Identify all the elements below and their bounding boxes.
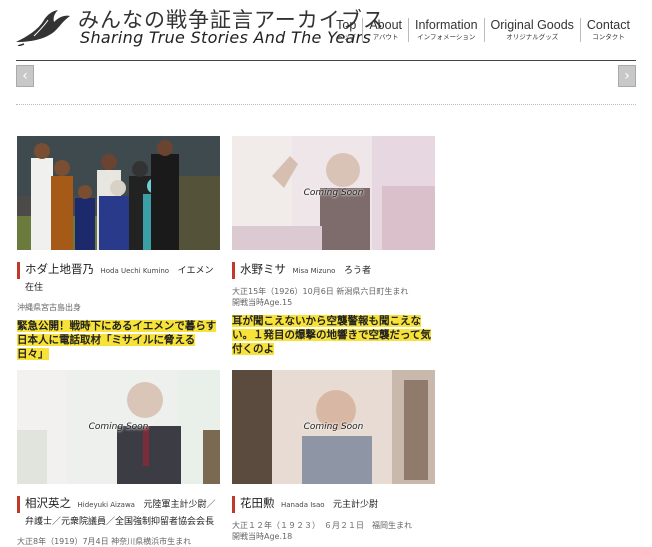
person-name-jp[interactable]: 相沢英之 [25, 496, 71, 510]
nav-item-about[interactable]: About アバウト [362, 18, 408, 42]
testimony-photo[interactable]: Coming Soon [17, 370, 220, 484]
person-name-en: Hideyuki Aizawa [77, 501, 135, 509]
person-meta: 大正15年（1926）10月6日 新潟県六日町生まれ 開戦当時Age.15 [232, 286, 435, 308]
meta-line: 大正15年（1926）10月6日 新潟県六日町生まれ [232, 287, 409, 296]
person-meta: 大正１２年（１９２３） ６月２１日 福岡生まれ 開戦当時Age.18 [232, 520, 435, 542]
meta-line: 開戦当時Age.15 [232, 298, 293, 307]
nav-label-jp: オリジナルグッズ [506, 33, 559, 41]
bird-logo-icon [16, 10, 70, 46]
testimony-photo[interactable] [17, 136, 220, 250]
person-name-jp[interactable]: 水野ミサ [240, 262, 286, 276]
nav-item-information[interactable]: Information インフォメーション [408, 18, 484, 42]
person-meta: 沖縄県宮古島出身 [17, 302, 220, 313]
testimony-card[interactable]: ホダ上地晋乃 Hoda Uechi Kumino イエメン 在住 沖縄県宮古島出… [17, 136, 220, 361]
person-name-en: Hoda Uechi Kumino [100, 267, 170, 275]
testimony-card[interactable]: Coming Soon 花田勲 Hanada Isao 元主計少尉 大正１２年（… [232, 370, 435, 542]
nav-label-jp: アバウト [372, 33, 399, 41]
chevron-left-icon[interactable]: ‹ [16, 65, 34, 87]
meta-line: 大正１２年（１９２３） ６月２１日 福岡生まれ [232, 521, 412, 530]
person-name-en: Hanada Isao [281, 501, 325, 509]
coming-soon-label: Coming Soon [303, 422, 364, 432]
site-title-en[interactable]: Sharing True Stories And The Years [80, 28, 371, 47]
testimony-name-row: ホダ上地晋乃 Hoda Uechi Kumino イエメン [17, 262, 220, 279]
nav-label-en: Top [336, 18, 357, 32]
nav-label-jp: インフォメーション [417, 33, 476, 41]
nav-label-en: Contact [586, 18, 630, 32]
person-role: ろう者 [343, 266, 371, 276]
section-divider [16, 104, 636, 105]
nav-label-jp: コンタクト [592, 33, 625, 41]
person-role-line2: 在住 [25, 283, 44, 293]
meta-line: 沖縄県宮古島出身 [17, 303, 81, 312]
chevron-right-icon[interactable]: › [618, 65, 636, 87]
person-name-jp[interactable]: ホダ上地晋乃 [25, 262, 94, 276]
header-divider [16, 60, 636, 61]
testimony-card[interactable]: Coming Soon 相沢英之 Hideyuki Aizawa 元陸軍主計少尉… [17, 370, 220, 547]
testimony-quote[interactable]: 緊急公開！戦時下にあるイエメンで暮らす日本人に電話取材「ミサイルに脅える日々」 [17, 319, 220, 361]
quote-text: 耳が聞こえないから空襲警報も聞こえない。１発目の爆撃の地響きで空襲だって気付くの… [232, 315, 431, 355]
meta-line: 開戦当時Age.18 [232, 532, 293, 541]
nav-label-en: About [369, 18, 402, 32]
testimony-quote[interactable]: 耳が聞こえないから空襲警報も聞こえない。１発目の爆撃の地響きで空襲だって気付くの… [232, 314, 435, 356]
testimony-photo[interactable]: Coming Soon [232, 370, 435, 484]
nav-item-top[interactable]: Top トップ [330, 18, 362, 42]
main-nav: Top トップ About アバウト Information インフォメーション… [330, 18, 636, 42]
nav-label-jp: トップ [336, 33, 357, 41]
person-role: イエメン [177, 266, 214, 276]
person-role-line2: 弁護士／元衆院議員／全国強制抑留者協会会長 [25, 517, 215, 527]
image-slider: ‹ › [16, 63, 636, 89]
quote-text: 緊急公開！戦時下にあるイエメンで暮らす日本人に電話取材「ミサイルに脅える日々」 [17, 320, 217, 360]
person-role: 元主計少尉 [333, 500, 379, 510]
nav-item-original-goods[interactable]: Original Goods オリジナルグッズ [483, 18, 580, 42]
person-role: 元陸軍主計少尉／ [143, 500, 216, 510]
testimony-name-row: 相沢英之 Hideyuki Aizawa 元陸軍主計少尉／ [17, 496, 220, 513]
testimony-name-row: 花田勲 Hanada Isao 元主計少尉 [232, 496, 435, 513]
testimony-card[interactable]: Coming Soon 水野ミサ Misa Mizuno ろう者 大正15年（1… [232, 136, 435, 356]
nav-item-contact[interactable]: Contact コンタクト [579, 18, 636, 42]
coming-soon-label: Coming Soon [303, 188, 364, 198]
nav-label-en: Information [415, 18, 478, 32]
person-name-jp[interactable]: 花田勲 [240, 496, 275, 510]
person-name-en: Misa Mizuno [292, 267, 336, 275]
coming-soon-label: Coming Soon [88, 422, 149, 432]
nav-label-en: Original Goods [490, 18, 574, 32]
testimony-name-row: 水野ミサ Misa Mizuno ろう者 [232, 262, 435, 279]
testimony-photo[interactable]: Coming Soon [232, 136, 435, 250]
